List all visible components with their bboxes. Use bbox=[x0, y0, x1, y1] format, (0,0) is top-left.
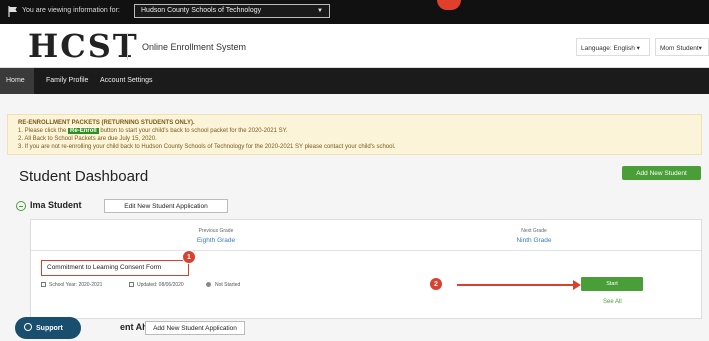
nav-family-profile[interactable]: Family Profile bbox=[46, 68, 88, 94]
notice-line-1: 1. Please click the Re-Enroll button to … bbox=[18, 127, 691, 135]
annotation-marker-2: 2 bbox=[429, 277, 443, 291]
chat-bubble-icon bbox=[24, 323, 32, 331]
school-year-text: School Year: 2020-2021 bbox=[49, 282, 103, 288]
notice-line-2: 2. All Back to School Packets are due Ju… bbox=[18, 136, 157, 142]
edit-application-button[interactable]: Edit New Student Application bbox=[104, 199, 228, 213]
chevron-down-icon: ▾ bbox=[634, 45, 640, 52]
school-select[interactable]: Hudson County Schools of Technology ▼ bbox=[134, 4, 330, 18]
annotation-arrow bbox=[457, 284, 575, 286]
form-status: Not Started bbox=[206, 282, 240, 288]
calendar-icon bbox=[129, 282, 134, 288]
flag-icon bbox=[8, 6, 17, 17]
status-dot-icon bbox=[206, 282, 211, 288]
viewing-label: You are viewing information for: bbox=[22, 7, 120, 14]
app-header: HCST Online Enrollment System Language: … bbox=[0, 24, 709, 68]
language-label: Language: English bbox=[581, 45, 635, 52]
previous-grade: Previous Grade Eighth Grade bbox=[156, 228, 276, 244]
user-menu[interactable]: Mom Student▾ bbox=[655, 38, 709, 56]
notice-line-1-suffix: button to start your child's back to sch… bbox=[100, 128, 288, 134]
student-panel: Previous Grade Eighth Grade Next Grade N… bbox=[30, 219, 702, 319]
header-divider bbox=[127, 34, 128, 60]
reenrollment-notice: RE-ENROLLMENT PACKETS (RETURNING STUDENT… bbox=[7, 114, 702, 155]
reenroll-inline-button: Re-Enroll bbox=[68, 128, 99, 134]
add-application-button[interactable]: Add New Student Application bbox=[145, 321, 245, 335]
form-name: Commitment to Learning Consent Form bbox=[41, 260, 189, 276]
nav-account-settings[interactable]: Account Settings bbox=[100, 68, 153, 94]
chevron-down-icon: ▾ bbox=[698, 45, 702, 52]
nav-home[interactable]: Home bbox=[0, 68, 34, 94]
chevron-down-icon: ▼ bbox=[317, 8, 323, 14]
start-button[interactable]: Start bbox=[581, 277, 643, 291]
student-header-2: ent Ahmad Add New Student Application bbox=[120, 321, 320, 337]
support-label: Support bbox=[36, 325, 63, 332]
see-all-link[interactable]: See All bbox=[603, 299, 622, 305]
next-grade-label: Next Grade bbox=[521, 228, 547, 234]
updated-text: Updated: 08/06/2020 bbox=[137, 282, 184, 288]
add-new-student-button[interactable]: Add New Student bbox=[622, 166, 701, 180]
previous-grade-value: Eighth Grade bbox=[196, 237, 236, 244]
notice-line-3: 3. If you are not re-enrolling your chil… bbox=[18, 144, 396, 150]
language-dropdown[interactable]: Language: English ▾ bbox=[576, 38, 650, 56]
updated-date: Updated: 08/06/2020 bbox=[129, 282, 184, 288]
hcst-logo[interactable]: HCST bbox=[28, 28, 139, 64]
user-name: Mom Student bbox=[660, 45, 699, 52]
panel-divider bbox=[31, 250, 701, 251]
previous-grade-label: Previous Grade bbox=[198, 228, 234, 234]
notice-line-1-prefix: 1. Please click the bbox=[18, 128, 67, 134]
app-title: Online Enrollment System bbox=[142, 42, 247, 52]
collapse-icon[interactable] bbox=[16, 201, 26, 211]
calendar-icon bbox=[41, 282, 46, 288]
status-text: Not Started bbox=[215, 282, 241, 288]
annotation-marker-1: 1 bbox=[182, 250, 196, 264]
notification-marker bbox=[437, 0, 461, 10]
next-grade-value: Ninth Grade bbox=[516, 237, 552, 244]
support-button[interactable]: Support bbox=[15, 317, 81, 339]
student-name: Ima Student bbox=[30, 200, 82, 210]
school-year: School Year: 2020-2021 bbox=[41, 282, 102, 288]
notice-heading: RE-ENROLLMENT PACKETS (RETURNING STUDENT… bbox=[18, 120, 195, 126]
arrow-right-icon bbox=[573, 280, 581, 290]
main-nav: Home Family Profile Account Settings bbox=[0, 68, 709, 94]
page-title: Student Dashboard bbox=[19, 168, 149, 185]
context-bar: You are viewing information for: Hudson … bbox=[0, 0, 709, 24]
next-grade: Next Grade Ninth Grade bbox=[474, 228, 594, 244]
school-select-value: Hudson County Schools of Technology bbox=[141, 7, 262, 14]
